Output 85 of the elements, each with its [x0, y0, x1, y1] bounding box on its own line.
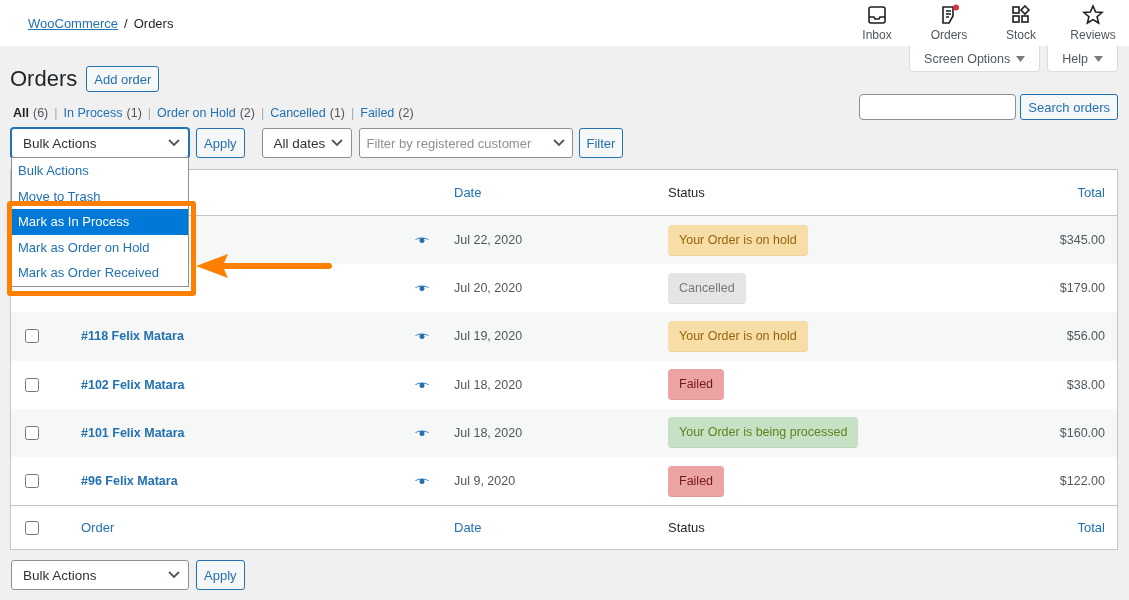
- status-badge: Your Order is on hold: [668, 224, 808, 256]
- search-orders-button[interactable]: Search orders: [1020, 94, 1118, 120]
- filter-button[interactable]: Filter: [578, 128, 624, 158]
- add-order-button[interactable]: Add order: [86, 66, 160, 92]
- row-checkbox[interactable]: [25, 329, 39, 344]
- column-header[interactable]: Date: [444, 185, 658, 200]
- order-total: $179.00: [1058, 281, 1106, 296]
- chevron-down-icon: [168, 571, 180, 580]
- order-total: $122.00: [1058, 474, 1106, 489]
- status-view-link[interactable]: Cancelled: [270, 106, 326, 120]
- status-badge: Failed: [668, 369, 725, 401]
- status-view-link[interactable]: Order on Hold: [157, 106, 236, 120]
- order-total: $160.00: [1058, 425, 1106, 440]
- view-separator: |: [260, 106, 265, 120]
- order-total: $345.00: [1058, 233, 1106, 248]
- order-date: Jul 22, 2020: [453, 233, 524, 248]
- toolbar-item[interactable]: Stock: [985, 0, 1057, 46]
- screen-meta-tab[interactable]: Help: [1047, 46, 1118, 72]
- order-date: Jul 18, 2020: [453, 377, 524, 392]
- view-count: (1): [329, 106, 346, 120]
- status-badge: Your Order is on hold: [668, 320, 808, 352]
- page-title: Orders: [10, 66, 78, 92]
- eye-icon[interactable]: [415, 332, 429, 341]
- eye-icon[interactable]: [415, 236, 429, 245]
- order-date: Jul 9, 2020: [453, 474, 517, 489]
- column-header[interactable]: Total: [917, 520, 1117, 536]
- row-checkbox[interactable]: [25, 425, 39, 440]
- breadcrumb-separator: /: [124, 15, 128, 31]
- document-icon: [942, 6, 954, 24]
- apply-button[interactable]: Apply: [196, 560, 245, 591]
- breadcrumb-link[interactable]: WooCommerce: [28, 15, 119, 31]
- eye-icon[interactable]: [415, 284, 429, 293]
- chevron-down-icon: [330, 139, 343, 147]
- status-view-link[interactable]: All: [13, 106, 29, 120]
- order-date: Jul 20, 2020: [453, 281, 524, 296]
- view-separator: |: [147, 106, 152, 120]
- order-date: Jul 19, 2020: [453, 329, 524, 344]
- order-date: Jul 18, 2020: [453, 425, 524, 440]
- order-link[interactable]: #96 Felix Matara: [71, 474, 178, 489]
- inbox-icon: [868, 6, 886, 24]
- column-header[interactable]: Date: [444, 520, 658, 536]
- toolbar-item[interactable]: Orders: [913, 0, 985, 46]
- column-header[interactable]: Total: [917, 185, 1117, 200]
- toolbar-item[interactable]: Reviews: [1057, 0, 1129, 46]
- status-badge: Failed: [668, 465, 725, 497]
- row-checkbox[interactable]: [25, 474, 39, 489]
- menu-option[interactable]: Mark as In Process: [12, 209, 188, 235]
- eye-icon[interactable]: [415, 477, 429, 486]
- customer-filter-field[interactable]: Filter by registered customer: [358, 128, 573, 158]
- view-count: (2): [239, 106, 255, 120]
- screen-meta-tab[interactable]: Screen Options: [909, 46, 1041, 72]
- view-separator: |: [351, 106, 355, 120]
- breadcrumb-current: Orders: [133, 15, 174, 31]
- status-view-link[interactable]: In Process: [63, 106, 123, 120]
- search-field[interactable]: [859, 94, 1017, 120]
- toolbar-item[interactable]: Inbox: [841, 0, 913, 46]
- order-link[interactable]: #102 Felix Matara: [71, 377, 185, 392]
- column-header: Status: [667, 185, 706, 200]
- blocks-icon: [1012, 4, 1031, 23]
- status-badge: Cancelled: [668, 272, 746, 304]
- triangle-down-icon: [1016, 55, 1026, 62]
- bulk-actions-select[interactable]: Bulk Actions: [11, 560, 189, 591]
- triangle-down-icon: [1094, 55, 1103, 62]
- chevron-down-icon: [552, 139, 565, 147]
- apply-button[interactable]: Apply: [196, 128, 245, 158]
- select-all-checkbox[interactable]: [25, 520, 39, 535]
- status-badge: Your Order is being processed: [668, 417, 859, 449]
- column-header[interactable]: Order: [71, 520, 400, 536]
- order-total: $38.00: [1065, 377, 1106, 392]
- view-count: (1): [126, 106, 142, 120]
- date-select[interactable]: All dates: [261, 128, 352, 158]
- eye-icon[interactable]: [415, 428, 429, 437]
- view-count: (2): [398, 106, 414, 120]
- status-view-link[interactable]: Failed: [360, 106, 395, 120]
- notification-dot: [953, 4, 959, 11]
- eye-icon[interactable]: [415, 380, 429, 389]
- chevron-down-icon: [168, 139, 180, 147]
- order-link[interactable]: #118 Felix Matara: [71, 329, 184, 344]
- view-separator: |: [54, 106, 58, 120]
- column-header: Status: [667, 520, 706, 536]
- order-total: $56.00: [1065, 329, 1106, 344]
- order-link[interactable]: #101 Felix Matara: [71, 425, 185, 440]
- row-checkbox[interactable]: [25, 377, 39, 392]
- view-count: (6): [33, 106, 49, 120]
- star-icon: [1082, 4, 1104, 25]
